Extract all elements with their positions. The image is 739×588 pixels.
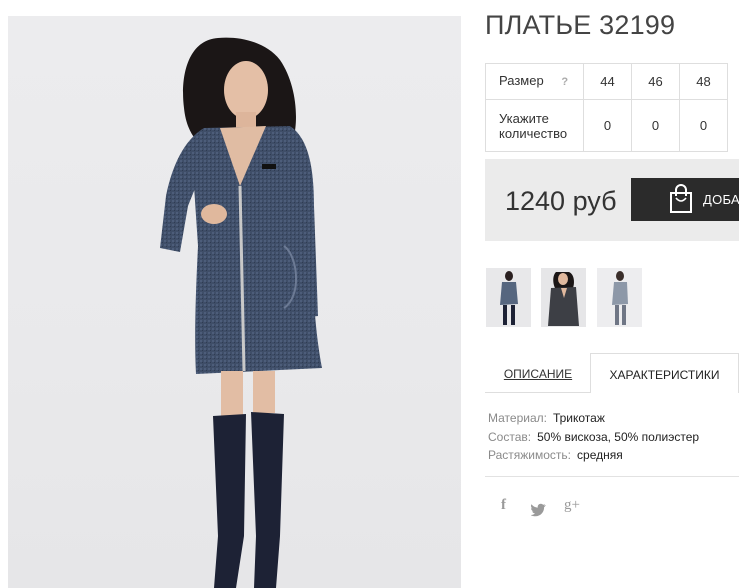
add-to-cart-label: ДОБАВИТЬ	[703, 192, 739, 207]
facebook-icon[interactable]: f	[501, 497, 506, 517]
thumbnail-1[interactable]	[486, 268, 531, 327]
add-to-cart-button[interactable]: ДОБАВИТЬ	[631, 178, 739, 221]
tab-characteristics[interactable]: ХАРАКТЕРИСТИКИ	[590, 353, 739, 393]
divider	[485, 476, 739, 477]
size-quantity-table: Размер ? 44 46 48 Укажите количество 0 0…	[485, 63, 728, 152]
size-44: 44	[583, 63, 632, 100]
characteristic-value: 50% вискоза, 50% полиэстер	[537, 429, 700, 444]
size-48: 48	[679, 63, 728, 100]
size-label: Размер	[499, 73, 544, 88]
quantity-input-46[interactable]: 0	[631, 99, 680, 152]
size-46: 46	[631, 63, 680, 100]
size-label-cell: Размер ?	[485, 63, 584, 100]
quantity-label-cell: Укажите количество	[485, 99, 584, 152]
model-illustration	[160, 37, 322, 588]
characteristic-key: Состав:	[488, 429, 532, 444]
price: 1240 руб	[505, 186, 617, 216]
characteristic-row: Материал: Трикотаж	[488, 409, 699, 428]
tab-description[interactable]: ОПИСАНИЕ	[485, 353, 591, 393]
characteristic-key: Растяжимость:	[488, 448, 572, 462]
thumbnail-2[interactable]	[541, 268, 586, 327]
quantity-input-48[interactable]: 0	[679, 99, 728, 152]
shopping-bag-icon	[670, 184, 692, 213]
quantity-input-44[interactable]: 0	[583, 99, 632, 152]
characteristic-row: Растяжимость: средняя	[488, 446, 699, 465]
thumbnail-3[interactable]	[597, 268, 642, 327]
characteristics-list: Материал: Трикотаж Состав: 50% вискоза, 50…	[488, 409, 699, 465]
characteristic-key: Материал:	[488, 411, 547, 425]
quantity-label-line2: количество	[499, 125, 568, 141]
characteristic-value: средняя	[577, 448, 623, 462]
characteristic-row: Состав: 50% вискоза, 50% полиэстер	[488, 428, 699, 447]
quantity-label-line1: Укажите	[499, 110, 549, 126]
characteristic-value: Трикотаж	[552, 411, 605, 425]
product-title: ПЛАТЬЕ 32199	[485, 10, 676, 40]
price-box: 1240 руб ДОБАВИТЬ	[485, 159, 739, 241]
product-tabs: ОПИСАНИЕ ХАРАКТЕРИСТИКИ	[485, 353, 739, 393]
product-main-image[interactable]	[8, 16, 461, 588]
twitter-icon[interactable]	[531, 500, 547, 520]
help-icon[interactable]: ?	[561, 76, 568, 88]
google-plus-icon[interactable]: g+	[564, 497, 580, 517]
